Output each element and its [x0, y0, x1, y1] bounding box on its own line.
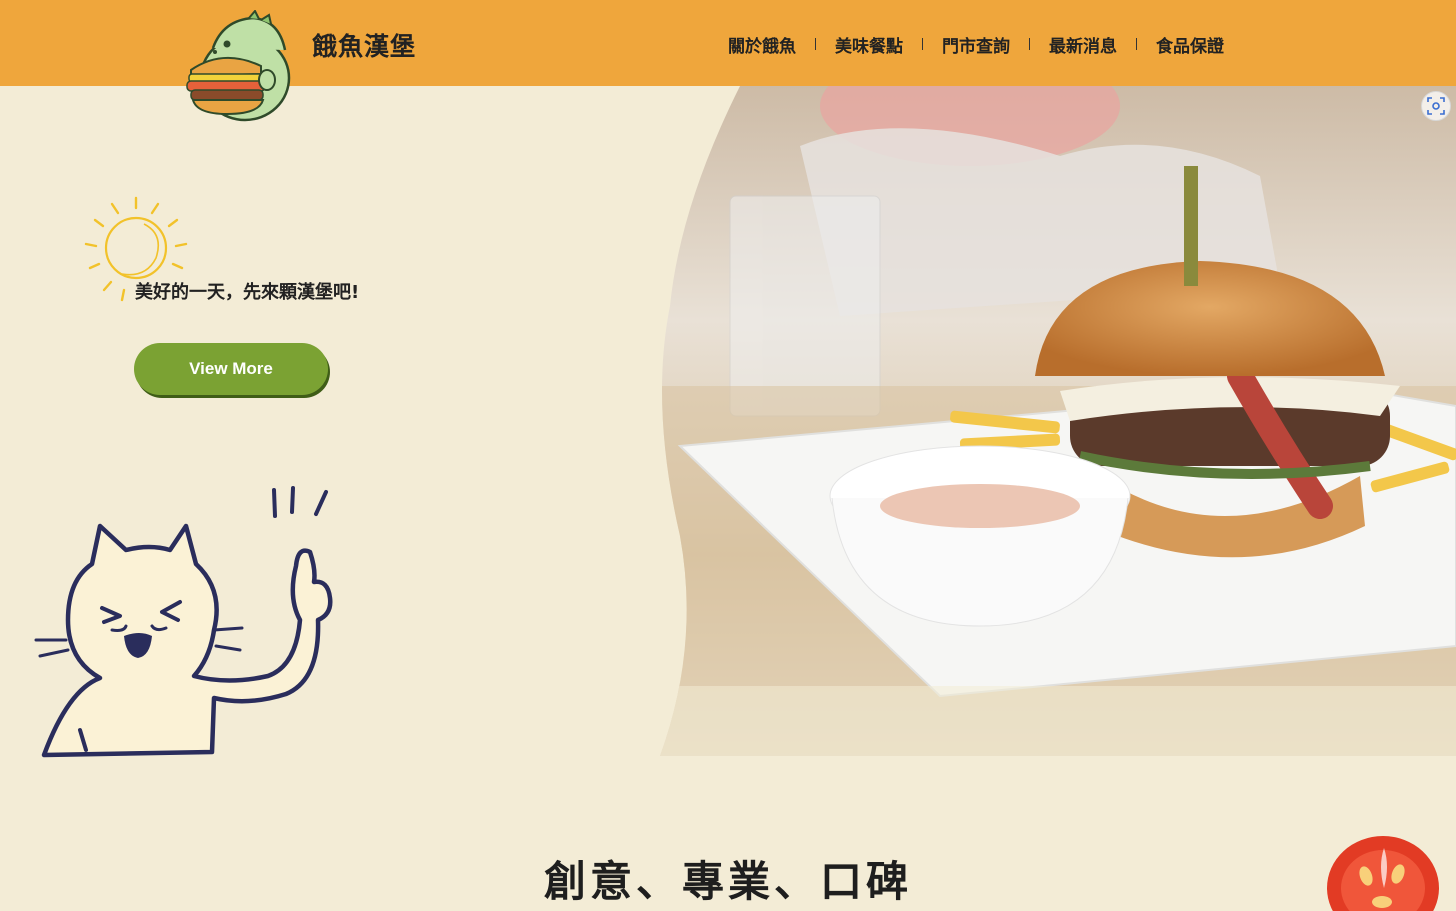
hero-burger-photo	[660, 86, 1456, 756]
main-nav: 關於餓魚 美味餐點 門市查詢 最新消息 食品保證	[728, 31, 1224, 57]
nav-item-news[interactable]: 最新消息	[1049, 32, 1117, 57]
nav-divider	[1136, 38, 1137, 50]
tomato-slice-icon	[1327, 836, 1439, 911]
nav-divider	[1029, 38, 1030, 50]
nav-item-food-safety[interactable]: 食品保證	[1156, 32, 1224, 57]
visual-search-icon[interactable]	[1421, 91, 1451, 121]
nav-divider	[922, 38, 923, 50]
nav-item-about[interactable]: 關於餓魚	[728, 32, 796, 57]
dino-burger-logo-icon[interactable]	[183, 10, 295, 122]
nav-item-menu[interactable]: 美味餐點	[835, 32, 903, 57]
scan-frame-icon	[1427, 97, 1445, 115]
view-more-button[interactable]: View More	[134, 343, 328, 395]
nav-item-stores[interactable]: 門市查詢	[942, 32, 1010, 57]
section-title: 創意、專業、口碑	[543, 857, 912, 906]
hero-tagline: 美好的一天，先來顆漢堡吧!	[135, 282, 360, 303]
cat-thumbs-up-illustration	[34, 486, 333, 758]
brand-name[interactable]: 餓魚漢堡	[312, 27, 416, 63]
nav-divider	[815, 38, 816, 50]
